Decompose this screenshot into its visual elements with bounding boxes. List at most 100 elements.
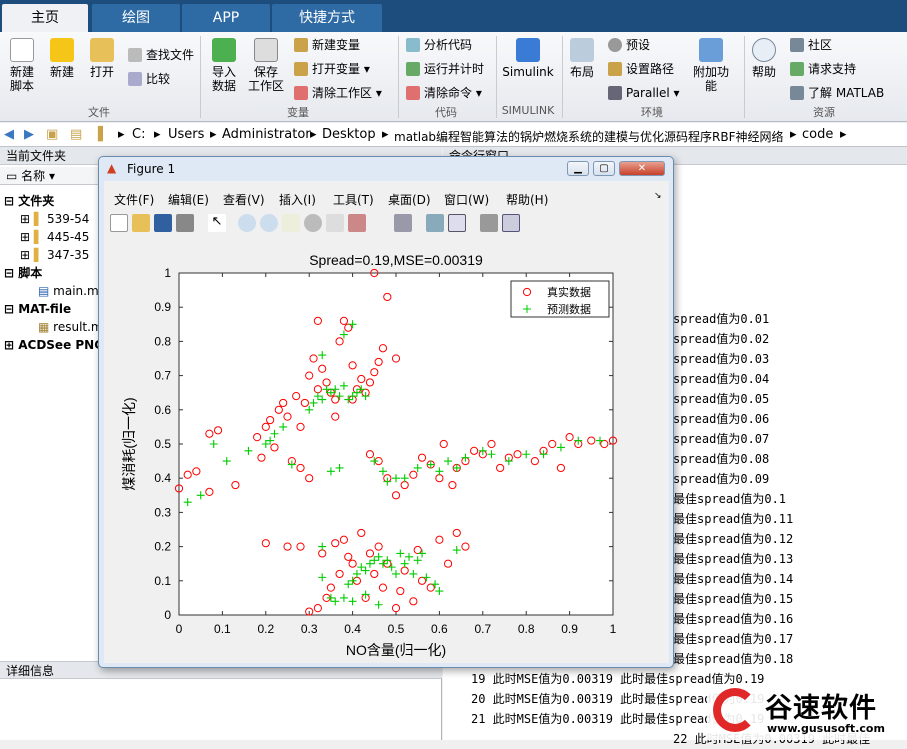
list-item[interactable]: ⊞ ▌ 347-35 [20, 247, 89, 263]
command-output-line: spread值为0.02 [673, 332, 770, 346]
clear-workspace-button[interactable]: 清除工作区 ▾ [294, 84, 382, 102]
set-path-button[interactable]: 设置路径 [608, 60, 674, 78]
new-script-button[interactable]: 新建 脚本 [4, 38, 40, 93]
show-plot-tools-icon[interactable] [502, 214, 520, 232]
close-button[interactable]: ✕ [619, 161, 665, 176]
data-cursor-icon[interactable] [326, 214, 344, 232]
menu-help[interactable]: 帮助(H) [506, 191, 548, 208]
breadcrumb-code[interactable]: code [802, 127, 833, 142]
help-label: 帮助 [751, 65, 776, 79]
save-icon[interactable] [154, 214, 172, 232]
run-and-time-button[interactable]: 运行并计时 [406, 60, 484, 78]
y-tick-label: 0.8 [154, 334, 171, 348]
expand-icon: ⊞ [20, 230, 34, 244]
legend-icon[interactable] [448, 214, 466, 232]
breadcrumb-c[interactable]: C: [132, 127, 145, 142]
find-icon [128, 48, 142, 62]
tree-group-acdsee[interactable]: ⊞ ACDSee PNG [4, 337, 104, 353]
command-output-line: spread值为0.06 [673, 412, 770, 426]
list-item[interactable]: ▦ result.m [38, 319, 103, 335]
compare-icon [128, 72, 142, 86]
brush-icon[interactable] [348, 214, 366, 232]
learn-matlab-button[interactable]: 了解 MATLAB [790, 84, 884, 102]
parallel-button[interactable]: Parallel ▾ [608, 84, 680, 102]
colorbar-icon[interactable] [426, 214, 444, 232]
analyze-code-button[interactable]: 分析代码 [406, 36, 472, 54]
tab-shortcuts[interactable]: 快捷方式 [272, 4, 382, 32]
folder-icon [90, 38, 114, 62]
simulink-group-label: SIMULINK [501, 104, 555, 117]
tree-group-matfile[interactable]: ⊟ MAT-file [4, 301, 71, 317]
zoom-out-icon[interactable] [260, 214, 278, 232]
new-figure-icon[interactable] [110, 214, 128, 232]
breadcrumb-administrator[interactable]: Administrator [222, 127, 311, 142]
zoom-in-icon[interactable] [238, 214, 256, 232]
breadcrumb-separator: ▸ [790, 127, 797, 142]
print-icon[interactable] [176, 214, 194, 232]
new-variable-button[interactable]: 新建变量 [294, 36, 360, 54]
scatter-chart[interactable]: 0 0.1 0.2 0.3 0.4 0.5 0.6 0.7 0.8 0.9 1 0 0.1 0.2 0.3 0… [104, 233, 669, 663]
request-support-button[interactable]: 请求支持 [790, 60, 856, 78]
address-bar: ◀ ▶ ▣ ▤ ▌ ▸ C: ▸ Users ▸ Administrator ▸… [0, 123, 907, 147]
open-button[interactable]: 打开 [86, 38, 118, 79]
tree-group-folders[interactable]: ⊟ 文件夹 [4, 193, 54, 209]
list-item[interactable]: ⊞ ▌ 445-45 [20, 229, 89, 245]
tab-home[interactable]: 主页 [2, 4, 88, 32]
figure-window[interactable]: ▲ Figure 1 ▁ ▢ ✕ 文件(F) 编辑(E) 查看(V) 插入(I)… [98, 156, 674, 668]
community-button[interactable]: 社区 [790, 36, 832, 54]
menu-edit[interactable]: 编辑(E) [168, 191, 209, 208]
menu-insert[interactable]: 插入(I) [279, 191, 316, 208]
clear-commands-button[interactable]: 清除命令 ▾ [406, 84, 482, 102]
layout-button[interactable]: 布局 [566, 38, 598, 79]
open-file-icon[interactable] [132, 214, 150, 232]
preferences-button[interactable]: 预设 [608, 36, 650, 54]
pan-icon[interactable] [282, 214, 300, 232]
forward-arrow-icon[interactable]: ▶ [24, 127, 34, 142]
menu-desktop[interactable]: 桌面(D) [388, 191, 431, 208]
y-tick-label: 0.6 [154, 403, 171, 417]
tab-plots[interactable]: 绘图 [92, 4, 180, 32]
compare-button[interactable]: 比较 [128, 70, 170, 88]
tab-apps[interactable]: APP [182, 4, 270, 32]
hide-plot-tools-icon[interactable] [480, 214, 498, 232]
maximize-button[interactable]: ▢ [593, 161, 615, 176]
list-item[interactable]: ▤ main.m [38, 283, 99, 299]
link-plot-icon[interactable] [394, 214, 412, 232]
find-files-button[interactable]: 查找文件 [128, 46, 194, 64]
rotate-icon[interactable] [304, 214, 322, 232]
breadcrumb-users[interactable]: Users [168, 127, 204, 142]
breadcrumb-desktop[interactable]: Desktop [322, 127, 376, 142]
menu-tools[interactable]: 工具(T) [333, 191, 374, 208]
name-column-label: 名称 [21, 169, 46, 183]
pointer-icon[interactable]: ↖ [208, 214, 226, 232]
import-data-button[interactable]: 导入 数据 [208, 38, 240, 93]
run-time-label: 运行并计时 [424, 62, 485, 76]
back-arrow-icon[interactable]: ◀ [4, 127, 14, 142]
command-output-line: 最佳spread值为0.13 [673, 552, 794, 566]
browse-folder-icon[interactable]: ▤ [70, 127, 82, 142]
add-ons-label: 附加功能 [692, 65, 729, 93]
save-workspace-button[interactable]: 保存 工作区 [246, 38, 286, 93]
open-variable-button[interactable]: 打开变量 ▾ [294, 60, 370, 78]
new-button[interactable]: 新建 [46, 38, 78, 79]
simulink-button[interactable]: Simulink [502, 38, 554, 79]
command-output-line: 最佳spread值为0.18 [673, 652, 794, 666]
y-tick-label: 0.4 [154, 471, 171, 485]
help-button[interactable]: 帮助 [748, 38, 780, 79]
tree-group-scripts[interactable]: ⊟ 脚本 [4, 265, 42, 281]
list-item[interactable]: ⊞ ▌ 539-54 [20, 211, 89, 227]
menu-window[interactable]: 窗口(W) [444, 191, 489, 208]
menu-file[interactable]: 文件(F) [114, 191, 154, 208]
breadcrumb-project[interactable]: matlab编程智能算法的锅炉燃烧系统的建模与优化源码程序RBF神经网络 [394, 128, 784, 145]
minimize-button[interactable]: ▁ [567, 161, 589, 176]
folder-name: 347-35 [46, 248, 90, 262]
menu-view[interactable]: 查看(V) [223, 191, 265, 208]
new-script-label: 新建 脚本 [9, 65, 34, 93]
clear-workspace-label: 清除工作区 [312, 86, 373, 100]
environment-group-label: 环境 [641, 106, 663, 119]
up-folder-icon[interactable]: ▣ [46, 127, 58, 142]
add-ons-button[interactable]: 附加功能 [688, 38, 734, 93]
community-label: 社区 [808, 38, 833, 52]
brand-logo-icon [713, 688, 757, 732]
dock-arrow-icon[interactable]: ↘ [654, 191, 662, 201]
